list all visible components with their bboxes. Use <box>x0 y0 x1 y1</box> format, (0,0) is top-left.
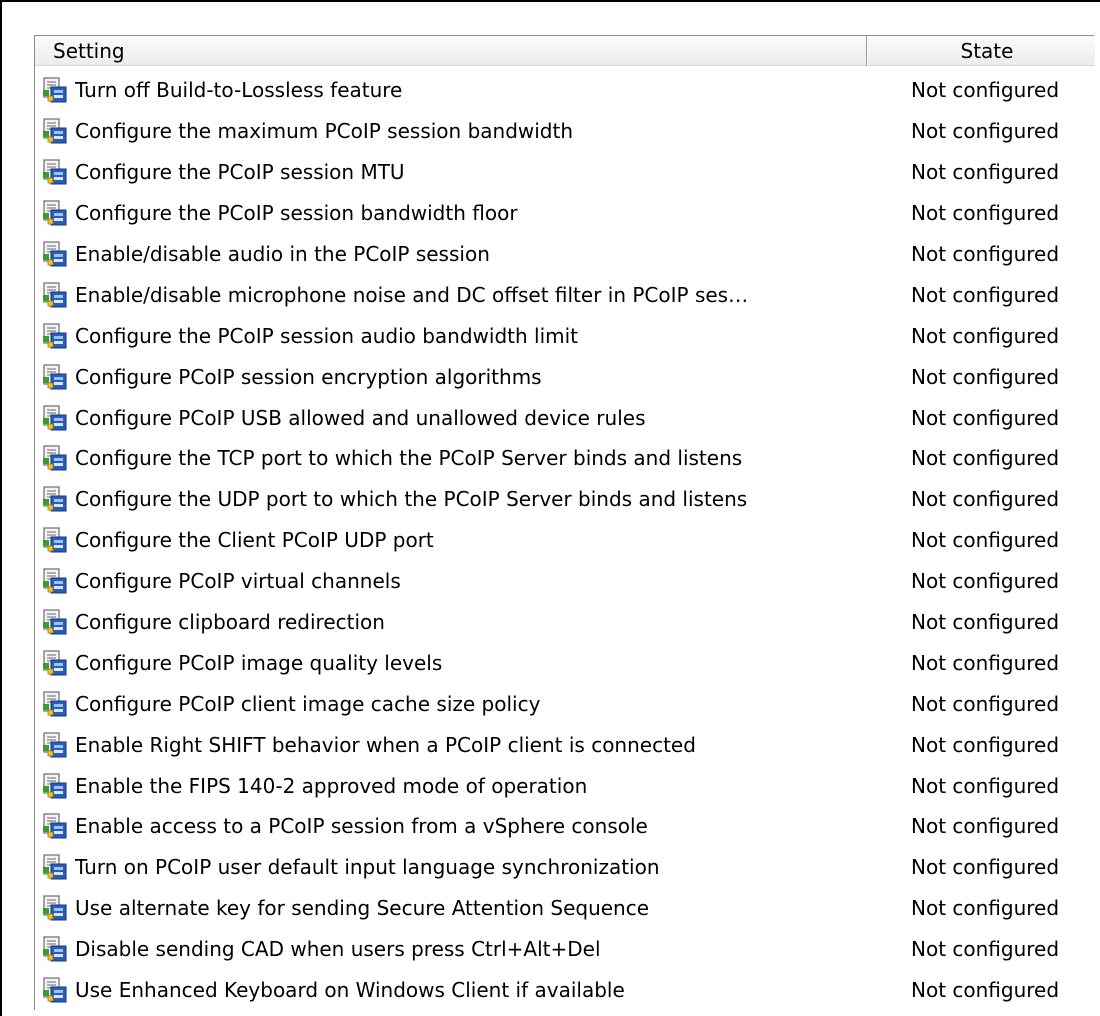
setting-name: Configure the PCoIP session bandwidth fl… <box>75 201 518 226</box>
policy-setting-icon <box>41 853 69 881</box>
setting-state: Not configured <box>911 650 1060 675</box>
setting-state: Not configured <box>911 405 1060 430</box>
policy-setting-icon <box>41 199 69 227</box>
setting-row[interactable]: Configure PCoIP virtual channels Not con… <box>35 561 1095 602</box>
setting-state: Not configured <box>911 691 1060 716</box>
policy-setting-icon <box>41 281 69 309</box>
policy-setting-icon <box>41 772 69 800</box>
policy-setting-icon <box>41 76 69 104</box>
setting-row[interactable]: Enable the FIPS 140-2 approved mode of o… <box>35 765 1095 806</box>
setting-state: Not configured <box>911 282 1060 307</box>
policy-setting-icon <box>41 526 69 554</box>
policy-setting-icon <box>41 363 69 391</box>
policy-setting-icon <box>41 935 69 963</box>
setting-name: Enable access to a PCoIP session from a … <box>75 814 648 839</box>
setting-row[interactable]: Use alternate key for sending Secure Att… <box>35 888 1095 929</box>
setting-name: Configure the PCoIP session MTU <box>75 160 405 185</box>
policy-setting-icon <box>41 894 69 922</box>
setting-name: Configure PCoIP client image cache size … <box>75 691 541 716</box>
policy-setting-icon <box>41 158 69 186</box>
setting-state: Not configured <box>911 78 1060 103</box>
setting-row[interactable]: Enable/disable microphone noise and DC o… <box>35 274 1095 315</box>
setting-state: Not configured <box>911 528 1060 553</box>
policy-settings-list: Setting State Turn off Build-to-Lossless… <box>34 35 1095 1010</box>
policy-setting-icon <box>41 976 69 1004</box>
setting-row[interactable]: Disable sending CAD when users press Ctr… <box>35 929 1095 970</box>
setting-row[interactable]: Configure the UDP port to which the PCoI… <box>35 479 1095 520</box>
column-header-state[interactable]: State <box>867 36 1095 66</box>
setting-state: Not configured <box>911 119 1060 144</box>
setting-row[interactable]: Configure the PCoIP session bandwidth fl… <box>35 193 1095 234</box>
setting-row[interactable]: Configure the Client PCoIP UDP port Not … <box>35 520 1095 561</box>
setting-row[interactable]: Configure the maximum PCoIP session band… <box>35 111 1095 152</box>
setting-state: Not configured <box>911 610 1060 635</box>
setting-state: Not configured <box>911 160 1060 185</box>
setting-name: Enable/disable audio in the PCoIP sessio… <box>75 242 490 266</box>
setting-state: Not configured <box>911 978 1060 1003</box>
setting-name: Configure the TCP port to which the PCoI… <box>75 446 743 471</box>
setting-name: Configure the maximum PCoIP session band… <box>75 119 574 144</box>
setting-state: Not configured <box>911 937 1060 962</box>
settings-rows: Turn off Build-to-Lossless feature Not c… <box>35 70 1095 1010</box>
setting-row[interactable]: Configure PCoIP USB allowed and unallowe… <box>35 397 1095 438</box>
setting-name: Enable/disable microphone noise and DC o… <box>75 282 749 307</box>
setting-name: Configure PCoIP virtual channels <box>75 569 401 594</box>
setting-name: Configure PCoIP session encryption algor… <box>75 364 542 389</box>
setting-name: Configure the UDP port to which the PCoI… <box>75 487 748 512</box>
policy-setting-icon <box>41 240 69 268</box>
setting-state: Not configured <box>911 487 1060 512</box>
policy-setting-icon <box>41 117 69 145</box>
setting-state: Not configured <box>911 569 1060 594</box>
setting-name: Enable the FIPS 140-2 approved mode of o… <box>75 773 588 798</box>
policy-setting-icon <box>41 608 69 636</box>
column-header-setting[interactable]: Setting <box>35 36 867 66</box>
setting-row[interactable]: Configure clipboard redirection Not conf… <box>35 602 1095 643</box>
setting-state: Not configured <box>911 364 1060 389</box>
setting-row[interactable]: Configure the PCoIP session audio bandwi… <box>35 315 1095 356</box>
policy-setting-icon <box>41 567 69 595</box>
list-header: Setting State <box>35 36 1095 66</box>
setting-state: Not configured <box>911 242 1060 266</box>
policy-setting-icon <box>41 690 69 718</box>
setting-row[interactable]: Configure the TCP port to which the PCoI… <box>35 438 1095 479</box>
setting-state: Not configured <box>911 446 1060 471</box>
setting-row[interactable]: Configure PCoIP client image cache size … <box>35 683 1095 724</box>
setting-name: Enable Right SHIFT behavior when a PCoIP… <box>75 732 696 757</box>
setting-name: Disable sending CAD when users press Ctr… <box>75 937 601 962</box>
policy-setting-icon <box>41 404 69 432</box>
policy-setting-icon <box>41 485 69 513</box>
setting-name: Configure PCoIP image quality levels <box>75 650 443 675</box>
setting-name: Configure clipboard redirection <box>75 610 385 635</box>
setting-name: Configure the Client PCoIP UDP port <box>75 528 434 553</box>
setting-row[interactable]: Enable/disable audio in the PCoIP sessio… <box>35 234 1095 275</box>
policy-setting-icon <box>41 322 69 350</box>
setting-name: Configure PCoIP USB allowed and unallowe… <box>75 405 646 430</box>
setting-state: Not configured <box>911 323 1060 348</box>
setting-name: Turn on PCoIP user default input languag… <box>75 855 660 880</box>
setting-name: Turn off Build-to-Lossless feature <box>75 78 403 103</box>
setting-row[interactable]: Turn off Build-to-Lossless feature Not c… <box>35 70 1095 111</box>
setting-state: Not configured <box>911 201 1060 226</box>
setting-row[interactable]: Use Enhanced Keyboard on Windows Client … <box>35 970 1095 1011</box>
setting-state: Not configured <box>911 896 1060 921</box>
setting-state: Not configured <box>911 814 1060 839</box>
policy-setting-icon <box>41 812 69 840</box>
setting-row[interactable]: Turn on PCoIP user default input languag… <box>35 847 1095 888</box>
setting-row[interactable]: Enable access to a PCoIP session from a … <box>35 806 1095 847</box>
setting-state: Not configured <box>911 773 1060 798</box>
setting-name: Use alternate key for sending Secure Att… <box>75 896 650 921</box>
setting-state: Not configured <box>911 732 1060 757</box>
policy-setting-icon <box>41 444 69 472</box>
setting-state: Not configured <box>911 855 1060 880</box>
policy-setting-icon <box>41 649 69 677</box>
setting-row[interactable]: Configure PCoIP session encryption algor… <box>35 356 1095 397</box>
setting-row[interactable]: Configure the PCoIP session MTU Not conf… <box>35 152 1095 193</box>
setting-row[interactable]: Enable Right SHIFT behavior when a PCoIP… <box>35 724 1095 765</box>
setting-name: Use Enhanced Keyboard on Windows Client … <box>75 978 625 1003</box>
policy-setting-icon <box>41 731 69 759</box>
setting-name: Configure the PCoIP session audio bandwi… <box>75 323 579 348</box>
window-frame: Setting State Turn off Build-to-Lossless… <box>0 0 1100 1016</box>
setting-row[interactable]: Configure PCoIP image quality levels Not… <box>35 642 1095 683</box>
